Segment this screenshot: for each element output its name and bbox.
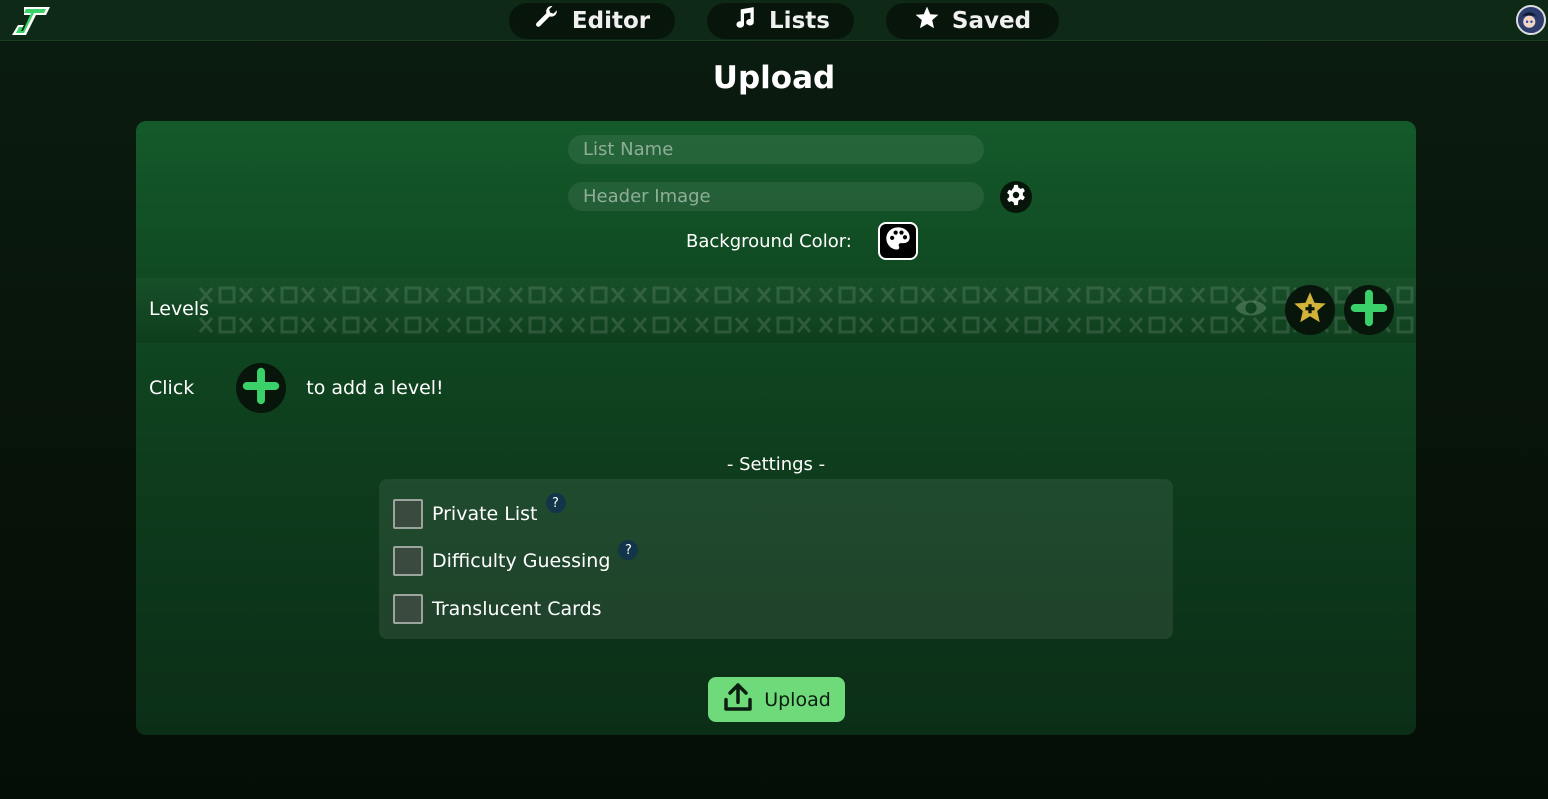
translucent-cards-checkbox[interactable] — [393, 594, 423, 624]
background-color-label: Background Color: — [686, 231, 852, 252]
upload-button[interactable]: Upload — [708, 677, 845, 722]
difficulty-guessing-checkbox[interactable] — [393, 546, 423, 576]
top-navigation-bar: Editor Lists Saved — [0, 0, 1548, 41]
music-note-icon — [731, 5, 757, 37]
preview-button[interactable] — [1226, 285, 1276, 335]
setting-difficulty-guessing[interactable]: Difficulty Guessing ? — [393, 540, 639, 576]
eye-icon — [1234, 291, 1268, 329]
add-favorite-level-button[interactable] — [1285, 285, 1335, 335]
plus-icon — [242, 367, 280, 410]
logo-icon[interactable] — [10, 5, 52, 37]
add-level-hint: Click to add a level! — [149, 363, 444, 413]
add-level-button[interactable] — [1344, 285, 1394, 335]
setting-private-list[interactable]: Private List ? — [393, 493, 566, 529]
star-icon — [914, 5, 940, 37]
settings-panel: Private List ? Difficulty Guessing ? Tra… — [379, 479, 1173, 639]
gear-icon — [1005, 184, 1027, 210]
header-image-settings-button[interactable] — [1000, 181, 1032, 213]
nav-saved-label: Saved — [951, 8, 1032, 34]
help-icon[interactable]: ? — [618, 540, 639, 560]
nav-lists-label: Lists — [769, 8, 830, 34]
nav-editor-button[interactable]: Editor — [509, 3, 675, 39]
setting-translucent-cards[interactable]: Translucent Cards — [393, 594, 602, 624]
private-list-checkbox[interactable] — [393, 499, 423, 529]
hint-click-text: Click — [149, 377, 195, 399]
upload-form-card: Background Color: Levels — [136, 121, 1416, 735]
private-list-label: Private List — [432, 503, 538, 525]
levels-label: Levels — [149, 298, 210, 320]
upload-button-label: Upload — [764, 688, 831, 711]
difficulty-guessing-label: Difficulty Guessing — [432, 550, 611, 572]
wrench-icon — [534, 5, 560, 37]
settings-title: - Settings - — [726, 454, 826, 475]
background-color-button[interactable] — [878, 222, 918, 260]
nav-saved-button[interactable]: Saved — [886, 3, 1059, 39]
plus-icon — [1350, 289, 1388, 331]
help-icon[interactable]: ? — [545, 493, 566, 513]
translucent-cards-label: Translucent Cards — [432, 598, 602, 620]
palette-icon — [884, 225, 912, 257]
list-name-input[interactable] — [568, 135, 984, 164]
upload-icon — [722, 681, 754, 718]
hint-add-level-button[interactable] — [236, 363, 287, 413]
star-plus-icon — [1292, 290, 1328, 330]
hint-add-text: to add a level! — [306, 377, 444, 399]
levels-header-bar: Levels — [136, 278, 1416, 343]
nav-editor-label: Editor — [571, 8, 651, 34]
user-avatar[interactable] — [1516, 5, 1546, 35]
header-image-input[interactable] — [568, 182, 984, 211]
page-title: Upload — [712, 60, 836, 96]
nav-lists-button[interactable]: Lists — [707, 3, 854, 39]
